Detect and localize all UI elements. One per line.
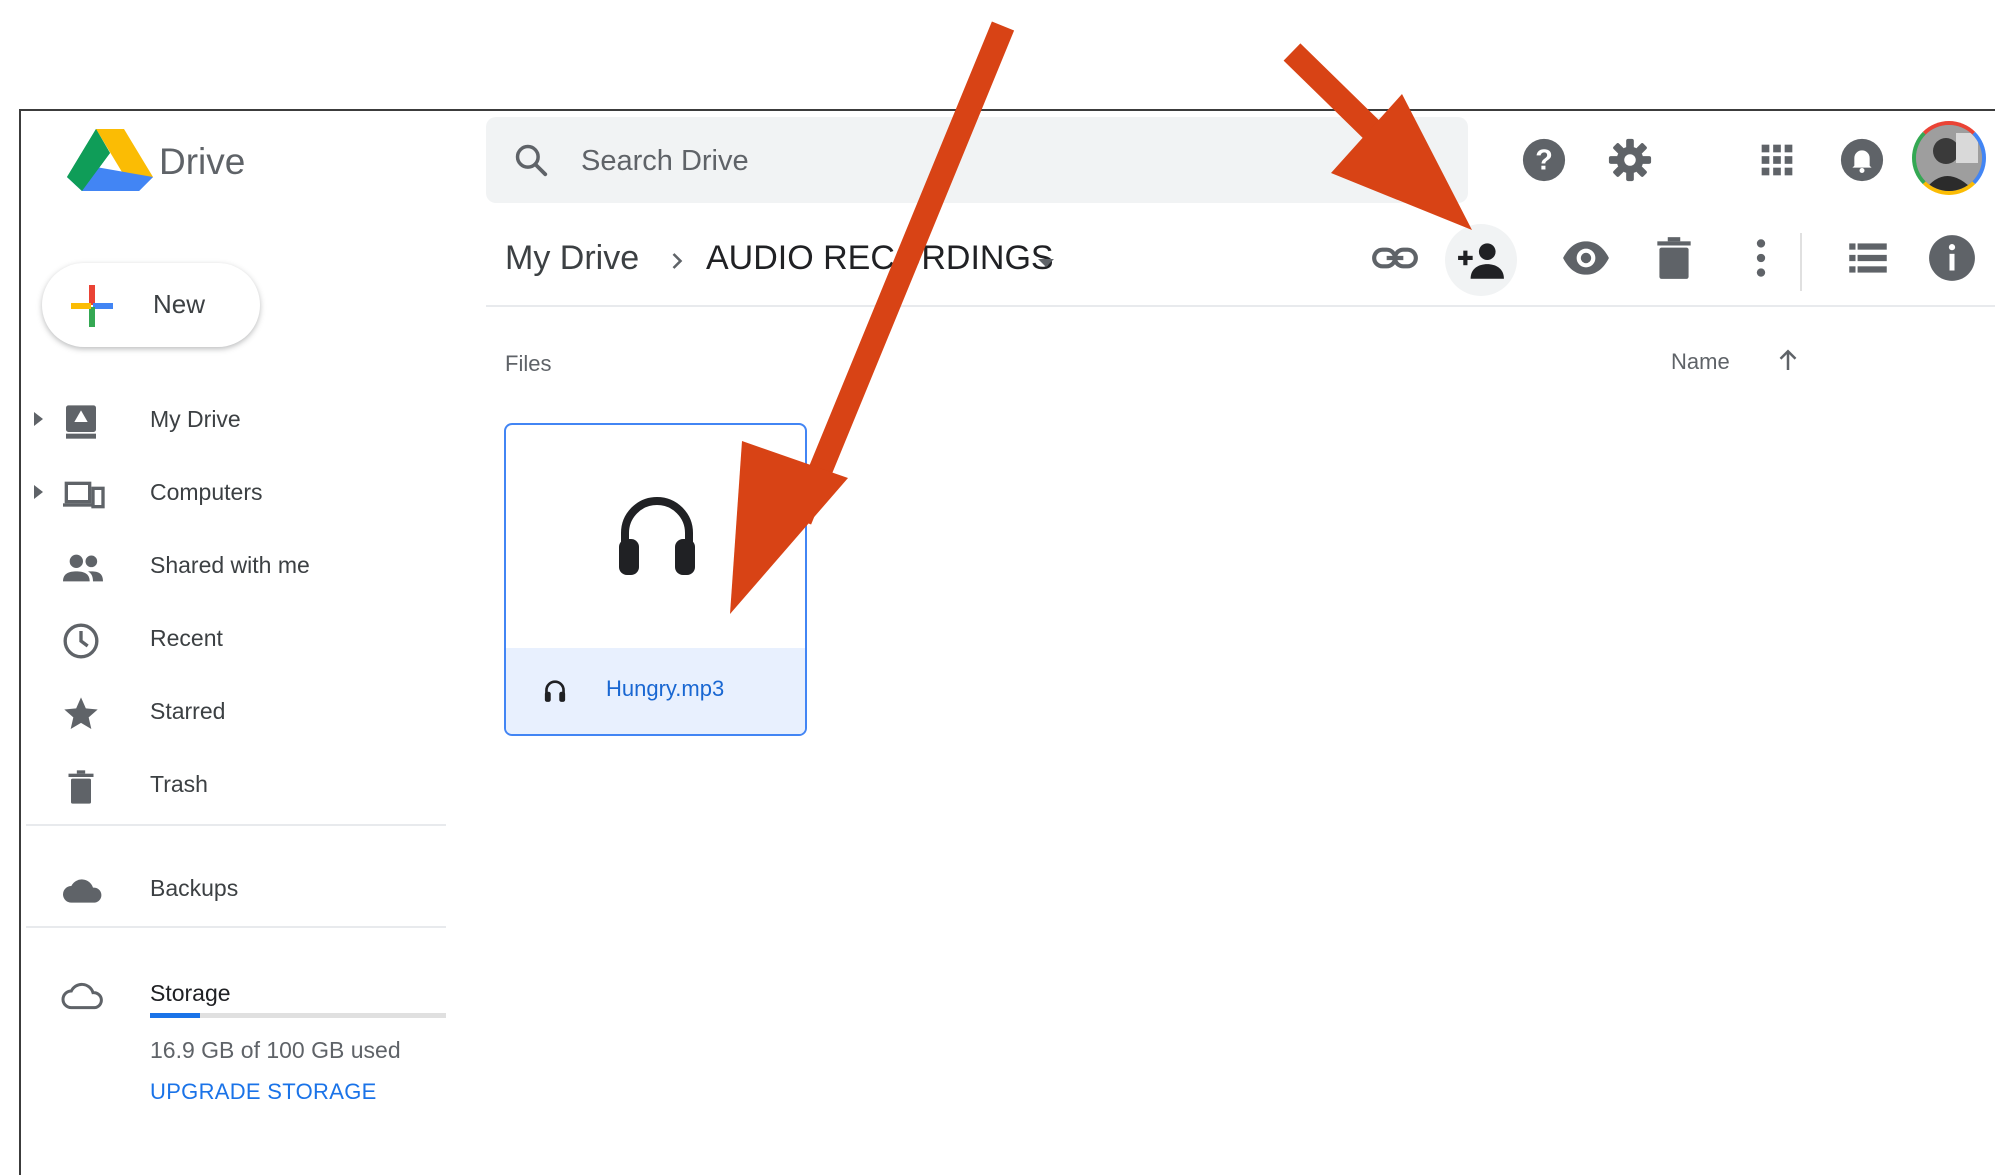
star-icon (61, 694, 101, 734)
get-link-icon[interactable] (1370, 233, 1420, 283)
headphones-icon (617, 491, 697, 586)
new-button-label: New (153, 289, 206, 319)
caret-right-icon[interactable] (31, 483, 45, 506)
drive-window: Drive Search Drive ? My Drive AUDIO RECO… (19, 109, 1995, 1175)
cloud-icon (61, 871, 102, 911)
settings-icon[interactable] (1607, 137, 1653, 183)
header-divider (486, 305, 1995, 307)
breadcrumb-my-drive[interactable]: My Drive (505, 239, 639, 278)
caret-down-icon[interactable] (1035, 256, 1057, 275)
storage-progress-fill (150, 1013, 201, 1018)
account-avatar[interactable] (1912, 121, 1986, 195)
preview-icon[interactable] (1561, 233, 1611, 283)
chevron-right-icon (663, 243, 691, 284)
list-view-icon[interactable] (1843, 233, 1893, 283)
file-card[interactable]: Hungry.mp3 (504, 423, 807, 736)
sidebar-item-label: Trash (150, 771, 208, 797)
computers-icon (61, 475, 105, 515)
sidebar-divider (26, 926, 446, 928)
drive-logo[interactable] (67, 129, 153, 191)
arrow-up-icon[interactable] (1773, 345, 1803, 380)
caret-right-icon[interactable] (31, 410, 45, 433)
sidebar-item-label: Starred (150, 698, 226, 724)
files-section-label: Files (505, 351, 552, 376)
sidebar-item-trash[interactable]: Trash (21, 753, 441, 817)
plus-icon (69, 283, 115, 334)
more-icon[interactable] (1736, 233, 1786, 283)
cloud-outline-icon (61, 976, 103, 1016)
file-card-footer: Hungry.mp3 (506, 648, 805, 734)
clock-icon (61, 621, 101, 661)
app-title: Drive (159, 141, 246, 182)
svg-text:?: ? (1535, 145, 1553, 177)
toolbar-divider (1800, 233, 1802, 291)
apps-icon[interactable] (1754, 137, 1800, 183)
search-input[interactable]: Search Drive (581, 145, 749, 178)
headphones-icon (544, 679, 566, 708)
notifications-icon[interactable] (1839, 137, 1885, 183)
sort-by-name[interactable]: Name (1671, 349, 1730, 375)
file-name[interactable]: Hungry.mp3 (606, 676, 724, 702)
sidebar-item-label: Backups (150, 875, 239, 901)
sidebar-divider (26, 824, 446, 826)
search-bar[interactable]: Search Drive (486, 117, 1468, 203)
details-icon[interactable] (1927, 233, 1977, 283)
sidebar-item-starred[interactable]: Starred (21, 680, 441, 744)
storage-progress-bar (150, 1013, 446, 1018)
sidebar-item-label: My Drive (150, 406, 241, 432)
new-button[interactable]: New (42, 263, 260, 347)
breadcrumb-current-folder[interactable]: AUDIO RECORDINGS (706, 239, 1054, 278)
sidebar-item-recent[interactable]: Recent (21, 607, 441, 671)
shared-icon (61, 548, 103, 588)
search-icon[interactable] (512, 141, 550, 184)
storage-used-text: 16.9 GB of 100 GB used (150, 1037, 401, 1063)
sidebar-item-label: Computers (150, 479, 263, 505)
upgrade-storage-link[interactable]: UPGRADE STORAGE (150, 1079, 377, 1105)
sidebar-item-shared-with-me[interactable]: Shared with me (21, 534, 441, 598)
storage-label: Storage (150, 980, 231, 1006)
share-icon[interactable] (1456, 235, 1506, 285)
sidebar-item-label: Shared with me (150, 552, 310, 578)
sidebar-item-my-drive[interactable]: My Drive (21, 388, 441, 452)
sidebar-item-backups[interactable]: Backups (21, 857, 441, 921)
delete-icon[interactable] (1649, 233, 1699, 283)
trash-icon (61, 767, 101, 807)
sidebar-item-computers[interactable]: Computers (21, 461, 441, 525)
sidebar-item-label: Recent (150, 625, 223, 651)
help-icon[interactable]: ? (1521, 137, 1567, 183)
my-drive-icon (61, 402, 101, 442)
